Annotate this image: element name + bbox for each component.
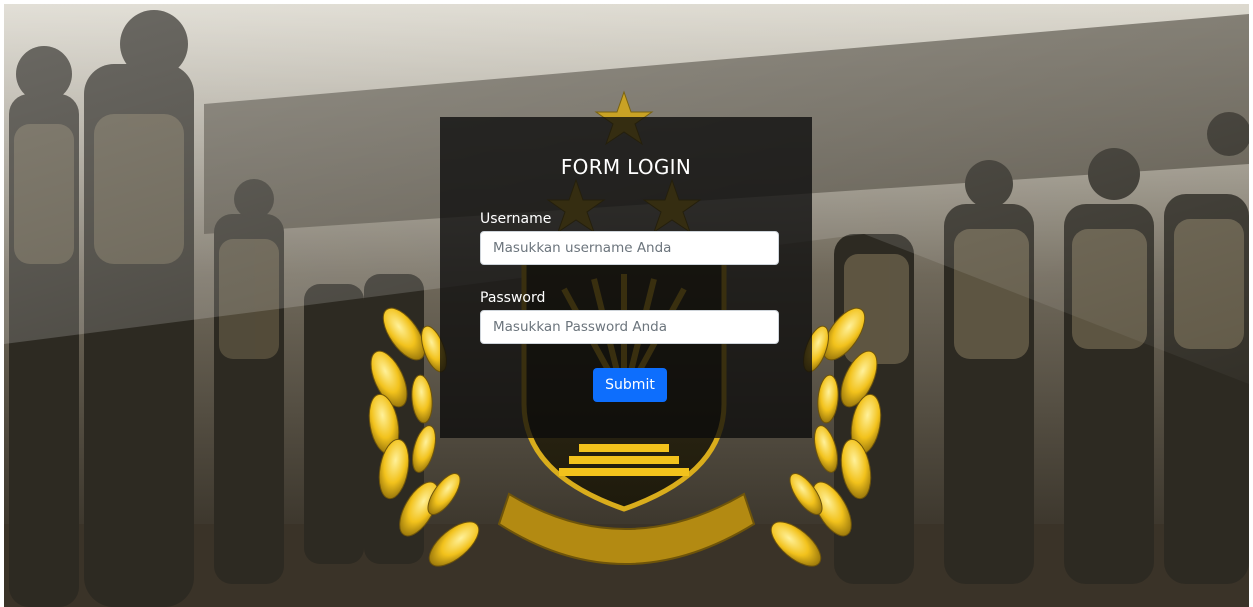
- login-page: FORM LOGIN Username Password Submit: [4, 4, 1249, 607]
- form-title: FORM LOGIN: [560, 155, 692, 179]
- username-label: Username: [480, 211, 552, 227]
- password-label: Password: [480, 290, 546, 306]
- username-input[interactable]: [480, 231, 779, 265]
- submit-button[interactable]: Submit: [593, 368, 667, 402]
- password-input[interactable]: [480, 310, 779, 344]
- login-form: FORM LOGIN Username Password Submit: [440, 117, 812, 438]
